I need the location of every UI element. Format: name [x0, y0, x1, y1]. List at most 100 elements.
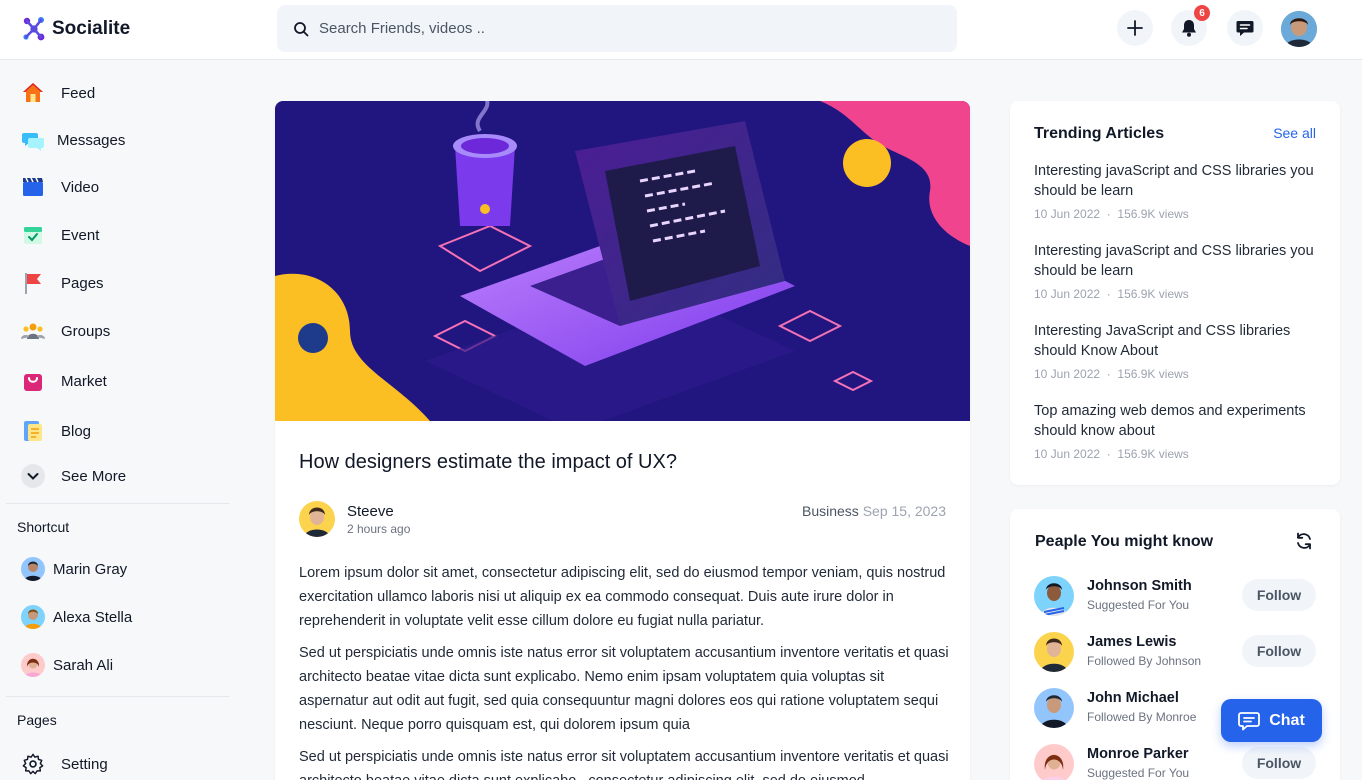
see-more-button[interactable]: See More: [20, 460, 126, 492]
video-icon: [20, 174, 46, 200]
person-item: James Lewis Followed By Johnson Follow: [1034, 632, 1316, 676]
see-all-link[interactable]: See all: [1273, 125, 1316, 141]
sidebar-item-label: Groups: [61, 322, 111, 340]
shortcut-item[interactable]: Marin Gray: [21, 557, 127, 581]
article-title: Interesting JavaScript and CSS libraries…: [1034, 323, 1291, 359]
user-avatar[interactable]: [1281, 11, 1317, 47]
sidebar-item-blog[interactable]: Blog: [20, 415, 91, 447]
notification-badge: 6: [1194, 5, 1210, 21]
notifications-button[interactable]: 6: [1171, 5, 1210, 46]
chat-button[interactable]: Chat: [1221, 699, 1322, 742]
shortcut-item[interactable]: Sarah Ali: [21, 653, 113, 677]
follow-button[interactable]: Follow: [1242, 747, 1316, 779]
article-item[interactable]: Interesting javaScript and CSS libraries…: [1034, 241, 1324, 301]
chevron-down-icon: [20, 463, 46, 489]
sidebar-item-messages[interactable]: Messages: [20, 124, 125, 156]
article-meta: 10 Jun 2022 · 156.9K views: [1034, 447, 1189, 461]
people-title: Peaple You might know: [1035, 533, 1214, 550]
messages-icon: [20, 127, 46, 153]
sidebar-item-label: Market: [61, 372, 107, 390]
event-icon: [20, 222, 46, 248]
sidebar-item-setting[interactable]: Setting: [20, 748, 108, 780]
sidebar-item-label: Messages: [57, 131, 126, 149]
messages-button[interactable]: [1227, 10, 1263, 46]
post-card: How designers estimate the impact of UX?…: [275, 101, 970, 780]
post-hero-image[interactable]: [275, 101, 970, 421]
article-title: Top amazing web demos and experiments sh…: [1034, 403, 1306, 439]
market-icon: [20, 368, 46, 394]
shortcut-label: Sarah Ali: [53, 656, 114, 674]
person-name[interactable]: Monroe Parker: [1087, 746, 1189, 762]
sidebar-item-market[interactable]: Market: [20, 365, 107, 397]
avatar[interactable]: [1034, 744, 1074, 780]
blog-icon: [20, 418, 46, 444]
person-subtitle: Followed By Johnson: [1087, 654, 1202, 668]
sidebar-item-label: Setting: [61, 755, 108, 773]
chat-icon: [1238, 711, 1261, 730]
article-item[interactable]: Interesting javaScript and CSS libraries…: [1034, 161, 1324, 221]
post-paragraph: Lorem ipsum dolor sit amet, consectetur …: [299, 565, 946, 629]
shortcut-label: Alexa Stella: [53, 608, 133, 626]
sidebar-item-pages[interactable]: Pages: [20, 267, 104, 299]
app-name: Socialite: [52, 18, 131, 39]
avatar: [21, 653, 45, 677]
follow-button[interactable]: Follow: [1242, 579, 1316, 611]
pages-title: Pages: [17, 712, 57, 728]
person-item: Johnson Smith Suggested For You Follow: [1034, 576, 1316, 620]
article-meta: 10 Jun 2022 · 156.9K views: [1034, 207, 1189, 221]
flag-icon: [20, 270, 46, 296]
gear-icon: [20, 751, 46, 777]
article-meta: 10 Jun 2022 · 156.9K views: [1034, 367, 1189, 381]
avatar: [21, 605, 45, 629]
search-bar[interactable]: [277, 5, 957, 52]
person-name[interactable]: John Michael: [1087, 690, 1179, 706]
chat-label: Chat: [1269, 711, 1305, 729]
sidebar-item-groups[interactable]: Groups: [20, 315, 110, 347]
person-name[interactable]: Johnson Smith: [1087, 578, 1192, 594]
avatar[interactable]: [1034, 688, 1074, 728]
groups-icon: [20, 318, 46, 344]
search-input[interactable]: [319, 20, 919, 37]
left-sidebar: Feed Messages Video Event Pages Groups M…: [0, 60, 250, 780]
app-logo[interactable]: Socialite: [22, 16, 130, 42]
sidebar-item-label: Event: [61, 226, 100, 244]
article-item[interactable]: Interesting JavaScript and CSS libraries…: [1034, 321, 1324, 381]
sidebar-item-label: Blog: [61, 422, 92, 440]
person-name[interactable]: James Lewis: [1087, 634, 1176, 650]
article-title: Interesting javaScript and CSS libraries…: [1034, 243, 1314, 279]
plus-icon: [1127, 20, 1143, 36]
divider: [6, 696, 229, 697]
divider: [6, 503, 229, 504]
message-icon: [1236, 21, 1254, 36]
refresh-icon[interactable]: [1294, 531, 1314, 556]
post-paragraph: Sed ut perspiciatis unde omnis iste natu…: [299, 645, 949, 733]
post-category[interactable]: Business: [802, 503, 859, 519]
post-date: Sep 15, 2023: [862, 503, 946, 519]
article-item[interactable]: Top amazing web demos and experiments sh…: [1034, 401, 1324, 461]
create-button[interactable]: [1117, 10, 1153, 46]
sidebar-item-label: See More: [61, 467, 127, 485]
post-title[interactable]: How designers estimate the impact of UX?: [299, 451, 677, 474]
sidebar-item-label: Video: [61, 178, 100, 196]
post-time: 2 hours ago: [347, 521, 411, 536]
avatar[interactable]: [1034, 632, 1074, 672]
article-meta: 10 Jun 2022 · 156.9K views: [1034, 287, 1189, 301]
post-body: Lorem ipsum dolor sit amet, consectetur …: [299, 561, 949, 780]
post-author[interactable]: Steeve 2 hours ago: [299, 501, 410, 537]
bell-icon: [1182, 20, 1196, 37]
article-title: Interesting javaScript and CSS libraries…: [1034, 163, 1314, 199]
shortcut-item[interactable]: Alexa Stella: [21, 605, 132, 629]
sidebar-item-feed[interactable]: Feed: [20, 77, 95, 109]
follow-button[interactable]: Follow: [1242, 635, 1316, 667]
trending-articles-card: Trending Articles See all Interesting ja…: [1010, 101, 1340, 485]
avatar-image: [1281, 11, 1317, 47]
sidebar-item-event[interactable]: Event: [20, 219, 99, 251]
avatar[interactable]: [1034, 576, 1074, 616]
sidebar-item-video[interactable]: Video: [20, 171, 99, 203]
person-subtitle: Followed By Monroe: [1087, 710, 1197, 724]
sidebar-item-label: Pages: [61, 274, 104, 292]
shortcut-label: Marin Gray: [53, 560, 128, 578]
sidebar-item-label: Feed: [61, 84, 96, 102]
post-meta: Business Sep 15, 2023: [802, 503, 946, 519]
person-item: Monroe Parker Suggested For You Follow: [1034, 744, 1316, 780]
